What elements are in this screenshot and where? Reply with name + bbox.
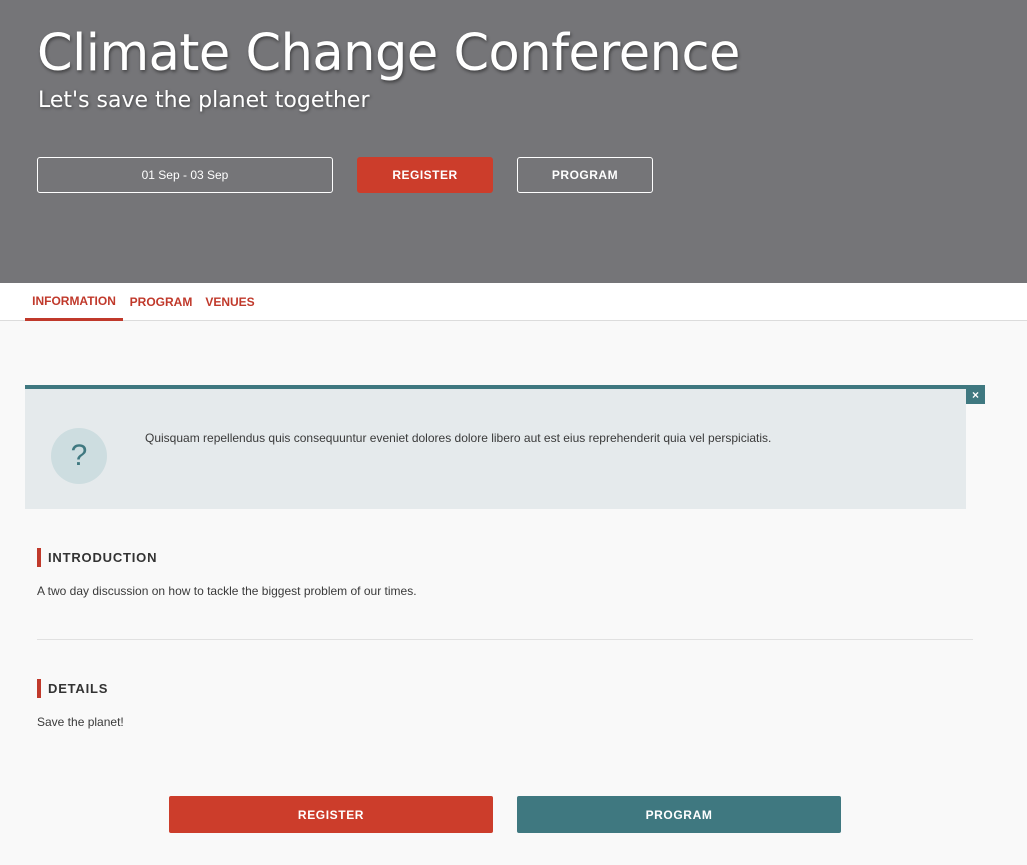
tab-bar: INFORMATION PROGRAM VENUES <box>0 283 1027 321</box>
register-button-bottom[interactable]: REGISTER <box>169 796 493 833</box>
tab-program[interactable]: PROGRAM <box>127 283 195 321</box>
tab-information[interactable]: INFORMATION <box>25 283 123 321</box>
page-subtitle: Let's save the planet together <box>38 88 370 113</box>
program-button-top[interactable]: PROGRAM <box>517 157 653 193</box>
date-range-button[interactable]: 01 Sep - 03 Sep <box>37 157 333 193</box>
question-icon: ? <box>51 428 107 484</box>
hero-banner: Climate Change Conference Let's save the… <box>0 0 1027 283</box>
section-divider <box>37 639 973 640</box>
introduction-text: A two day discussion on how to tackle th… <box>37 584 417 598</box>
register-button-top[interactable]: REGISTER <box>357 157 493 193</box>
introduction-heading: INTRODUCTION <box>37 548 157 567</box>
tab-venues[interactable]: VENUES <box>202 283 258 321</box>
details-text: Save the planet! <box>37 715 124 729</box>
page-title: Climate Change Conference <box>37 24 740 83</box>
close-icon[interactable]: × <box>966 385 985 404</box>
details-heading: DETAILS <box>37 679 108 698</box>
notice-box: ? Quisquam repellendus quis consequuntur… <box>25 385 966 509</box>
notice-text: Quisquam repellendus quis consequuntur e… <box>145 431 772 445</box>
program-button-bottom[interactable]: PROGRAM <box>517 796 841 833</box>
